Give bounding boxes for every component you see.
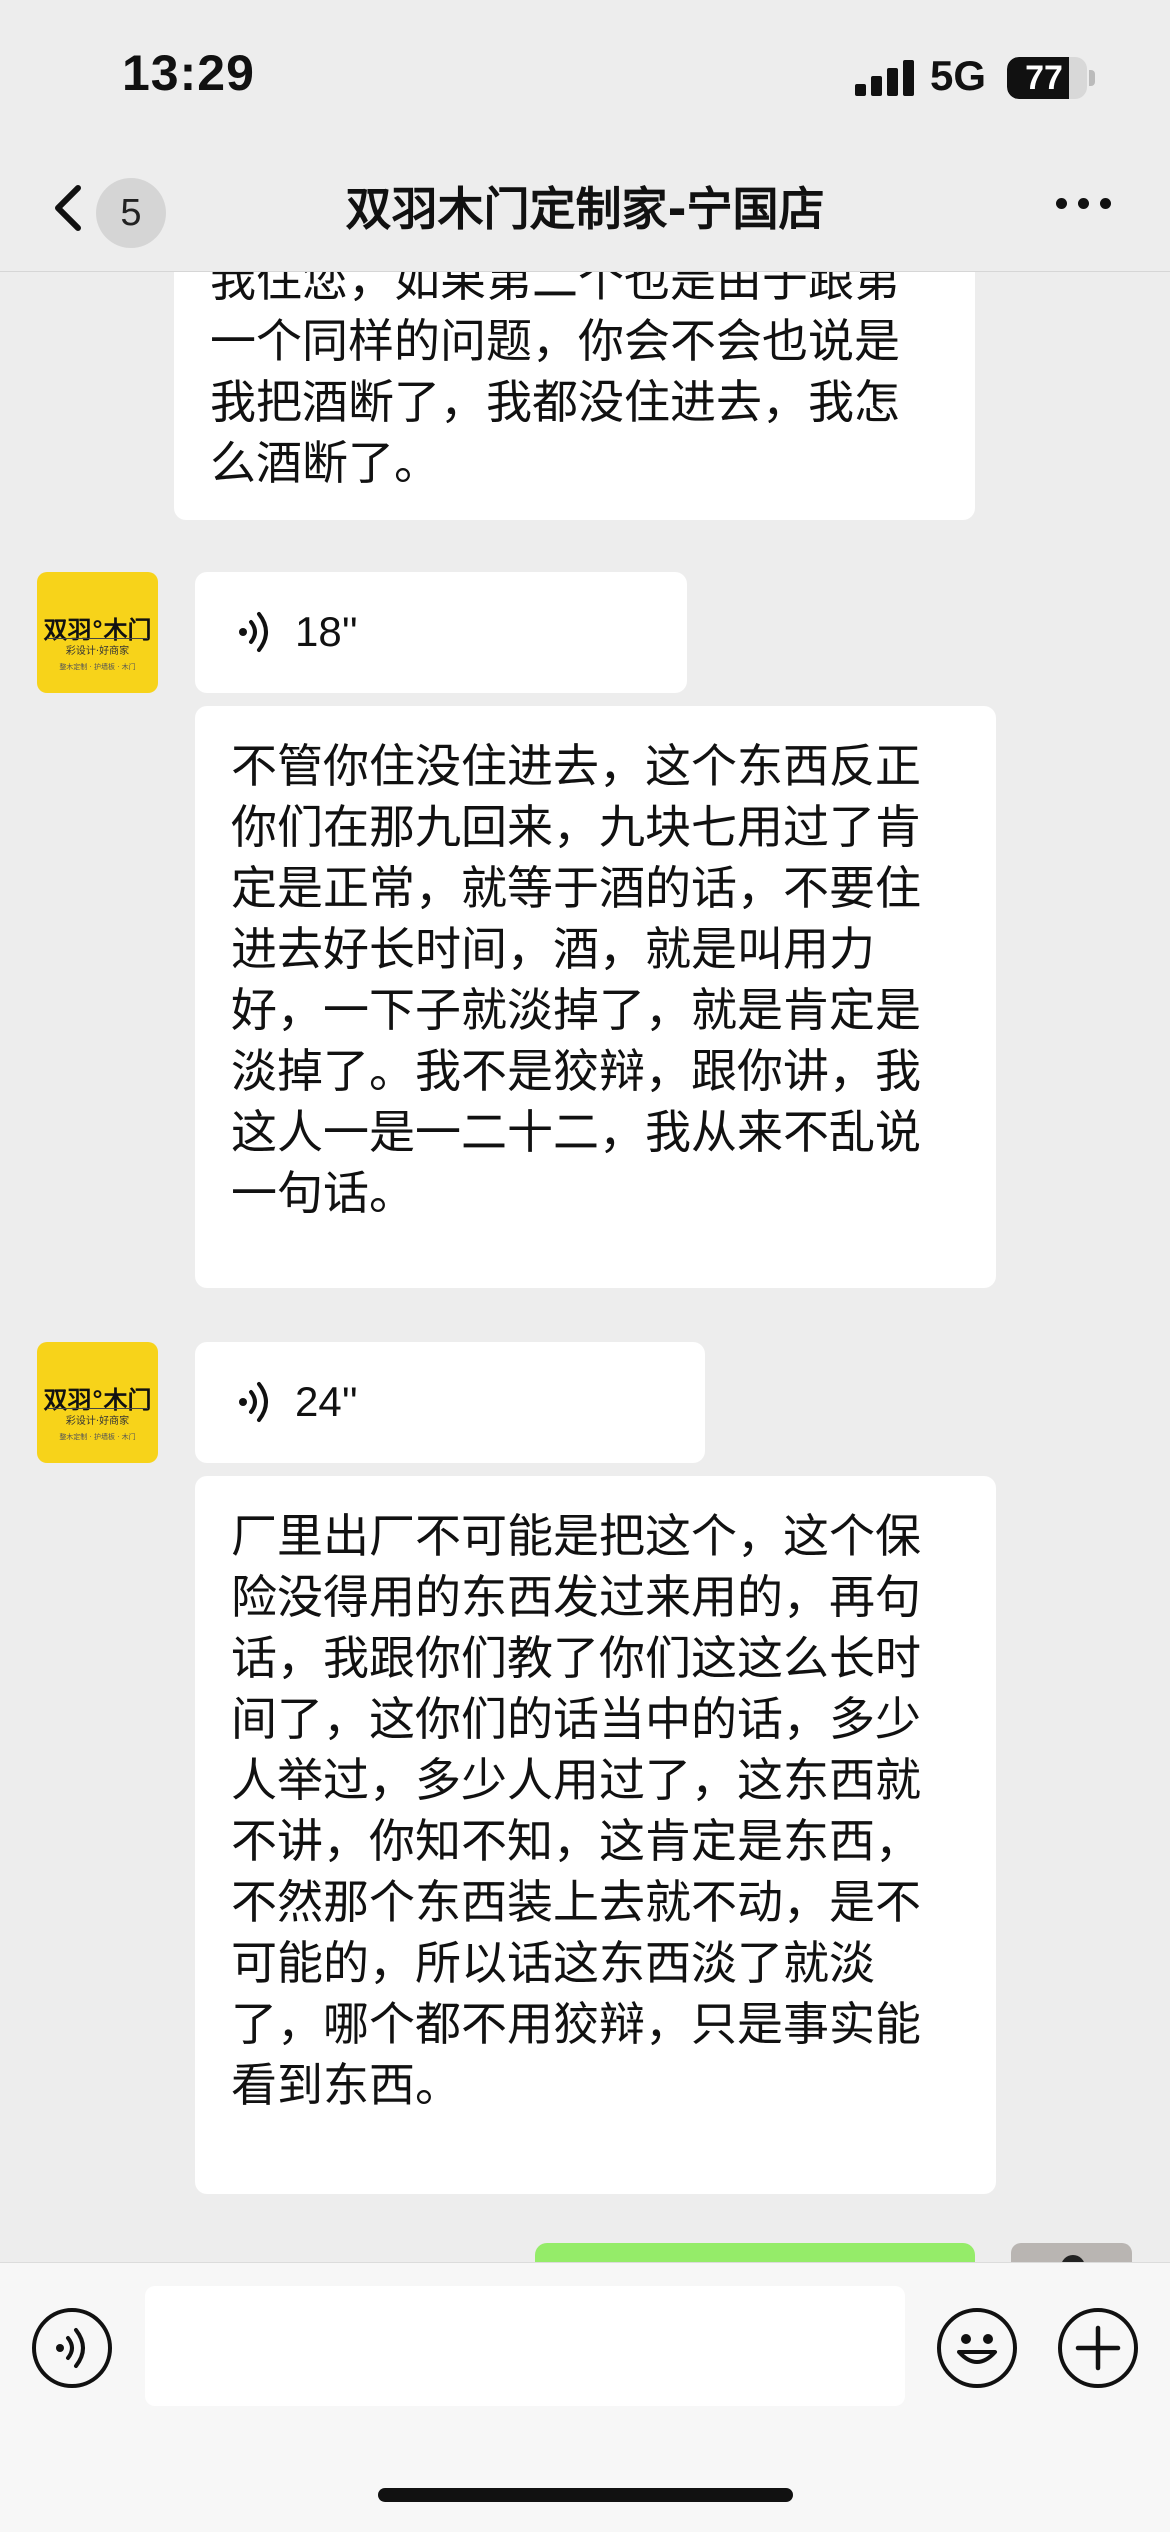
transcript-text: 厂里出厂不可能是把这个，这个保险没得用的东西发过来用的，再句话，我跟你们教了你们… — [231, 1509, 921, 2112]
avatar[interactable]: 双羽°木门 彩设计·好商家 整木定制 · 护墙板 · 木门 — [37, 1342, 158, 1463]
unread-count-badge[interactable]: 5 — [96, 178, 166, 248]
ellipsis-icon[interactable] — [1056, 198, 1116, 218]
avatar[interactable]: 双羽°木门 彩设计·好商家 整木定制 · 护墙板 · 木门 — [37, 572, 158, 693]
voice-message-bubble[interactable]: 24'' — [195, 1342, 705, 1463]
voice-duration: 24'' — [295, 1378, 358, 1425]
add-button[interactable] — [1058, 2308, 1138, 2388]
voice-wave-icon — [239, 612, 268, 652]
chat-title: 双羽木门定制家-宁国店 — [345, 182, 825, 236]
status-bar: 13:29 5G 77 — [0, 0, 1170, 150]
avatar-divider — [47, 1408, 148, 1409]
home-indicator — [378, 2488, 793, 2502]
voice-duration: 18'' — [295, 608, 358, 655]
chevron-left-icon[interactable] — [42, 178, 102, 238]
voice-transcript-bubble[interactable]: 不管你住没住进去，这个东西反正你们在那九回来，九块七用过了肯定是正常，就等于酒的… — [195, 706, 996, 1288]
voice-message-bubble[interactable]: 18'' — [195, 572, 687, 693]
voice-icon — [56, 2328, 85, 2368]
battery-icon: 77 — [1007, 57, 1087, 99]
network-type: 5G — [930, 52, 987, 99]
voice-toggle-button[interactable] — [32, 2308, 112, 2388]
emoji-button[interactable] — [937, 2308, 1017, 2388]
battery-cap — [1089, 70, 1095, 86]
voice-wave-icon — [239, 1382, 268, 1422]
avatar-brand: 双羽°木门 — [43, 1386, 152, 1414]
avatar-tagline: 彩设计·好商家 — [65, 646, 130, 657]
avatar-brand: 双羽°木门 — [43, 616, 152, 644]
cellular-signal-icon — [855, 60, 915, 96]
avatar-footer: 整木定制 · 护墙板 · 木门 — [59, 663, 136, 671]
transcript-text: 不管你住没住进去，这个东西反正你们在那九回来，九块七用过了肯定是正常，就等于酒的… — [231, 739, 921, 1220]
chat-message-list[interactable]: 我住您，如果第二个也是由于跟第一个同样的问题，你会不会也说是我把酒断了，我都没住… — [0, 272, 1170, 2262]
message-input[interactable] — [145, 2286, 905, 2406]
status-time: 13:29 — [122, 45, 255, 101]
battery-percent: 77 — [1025, 59, 1063, 97]
avatar-footer: 整木定制 · 护墙板 · 木门 — [59, 1433, 136, 1441]
plus-icon — [1075, 2325, 1121, 2371]
emoji-icon — [957, 2334, 997, 2364]
text-message-bubble[interactable]: 我住您，如果第二个也是由于跟第一个同样的问题，你会不会也说是我把酒断了，我都没住… — [174, 272, 975, 520]
voice-transcript-bubble[interactable]: 厂里出厂不可能是把这个，这个保险没得用的东西发过来用的，再句话，我跟你们教了你们… — [195, 1476, 996, 2194]
avatar-divider — [47, 638, 148, 639]
avatar-tagline: 彩设计·好商家 — [65, 1416, 130, 1427]
message-text: 我住您，如果第二个也是由于跟第一个同样的问题，你会不会也说是我把酒断了，我都没住… — [210, 272, 900, 490]
nav-bar: 5 双羽木门定制家-宁国店 — [0, 150, 1170, 272]
